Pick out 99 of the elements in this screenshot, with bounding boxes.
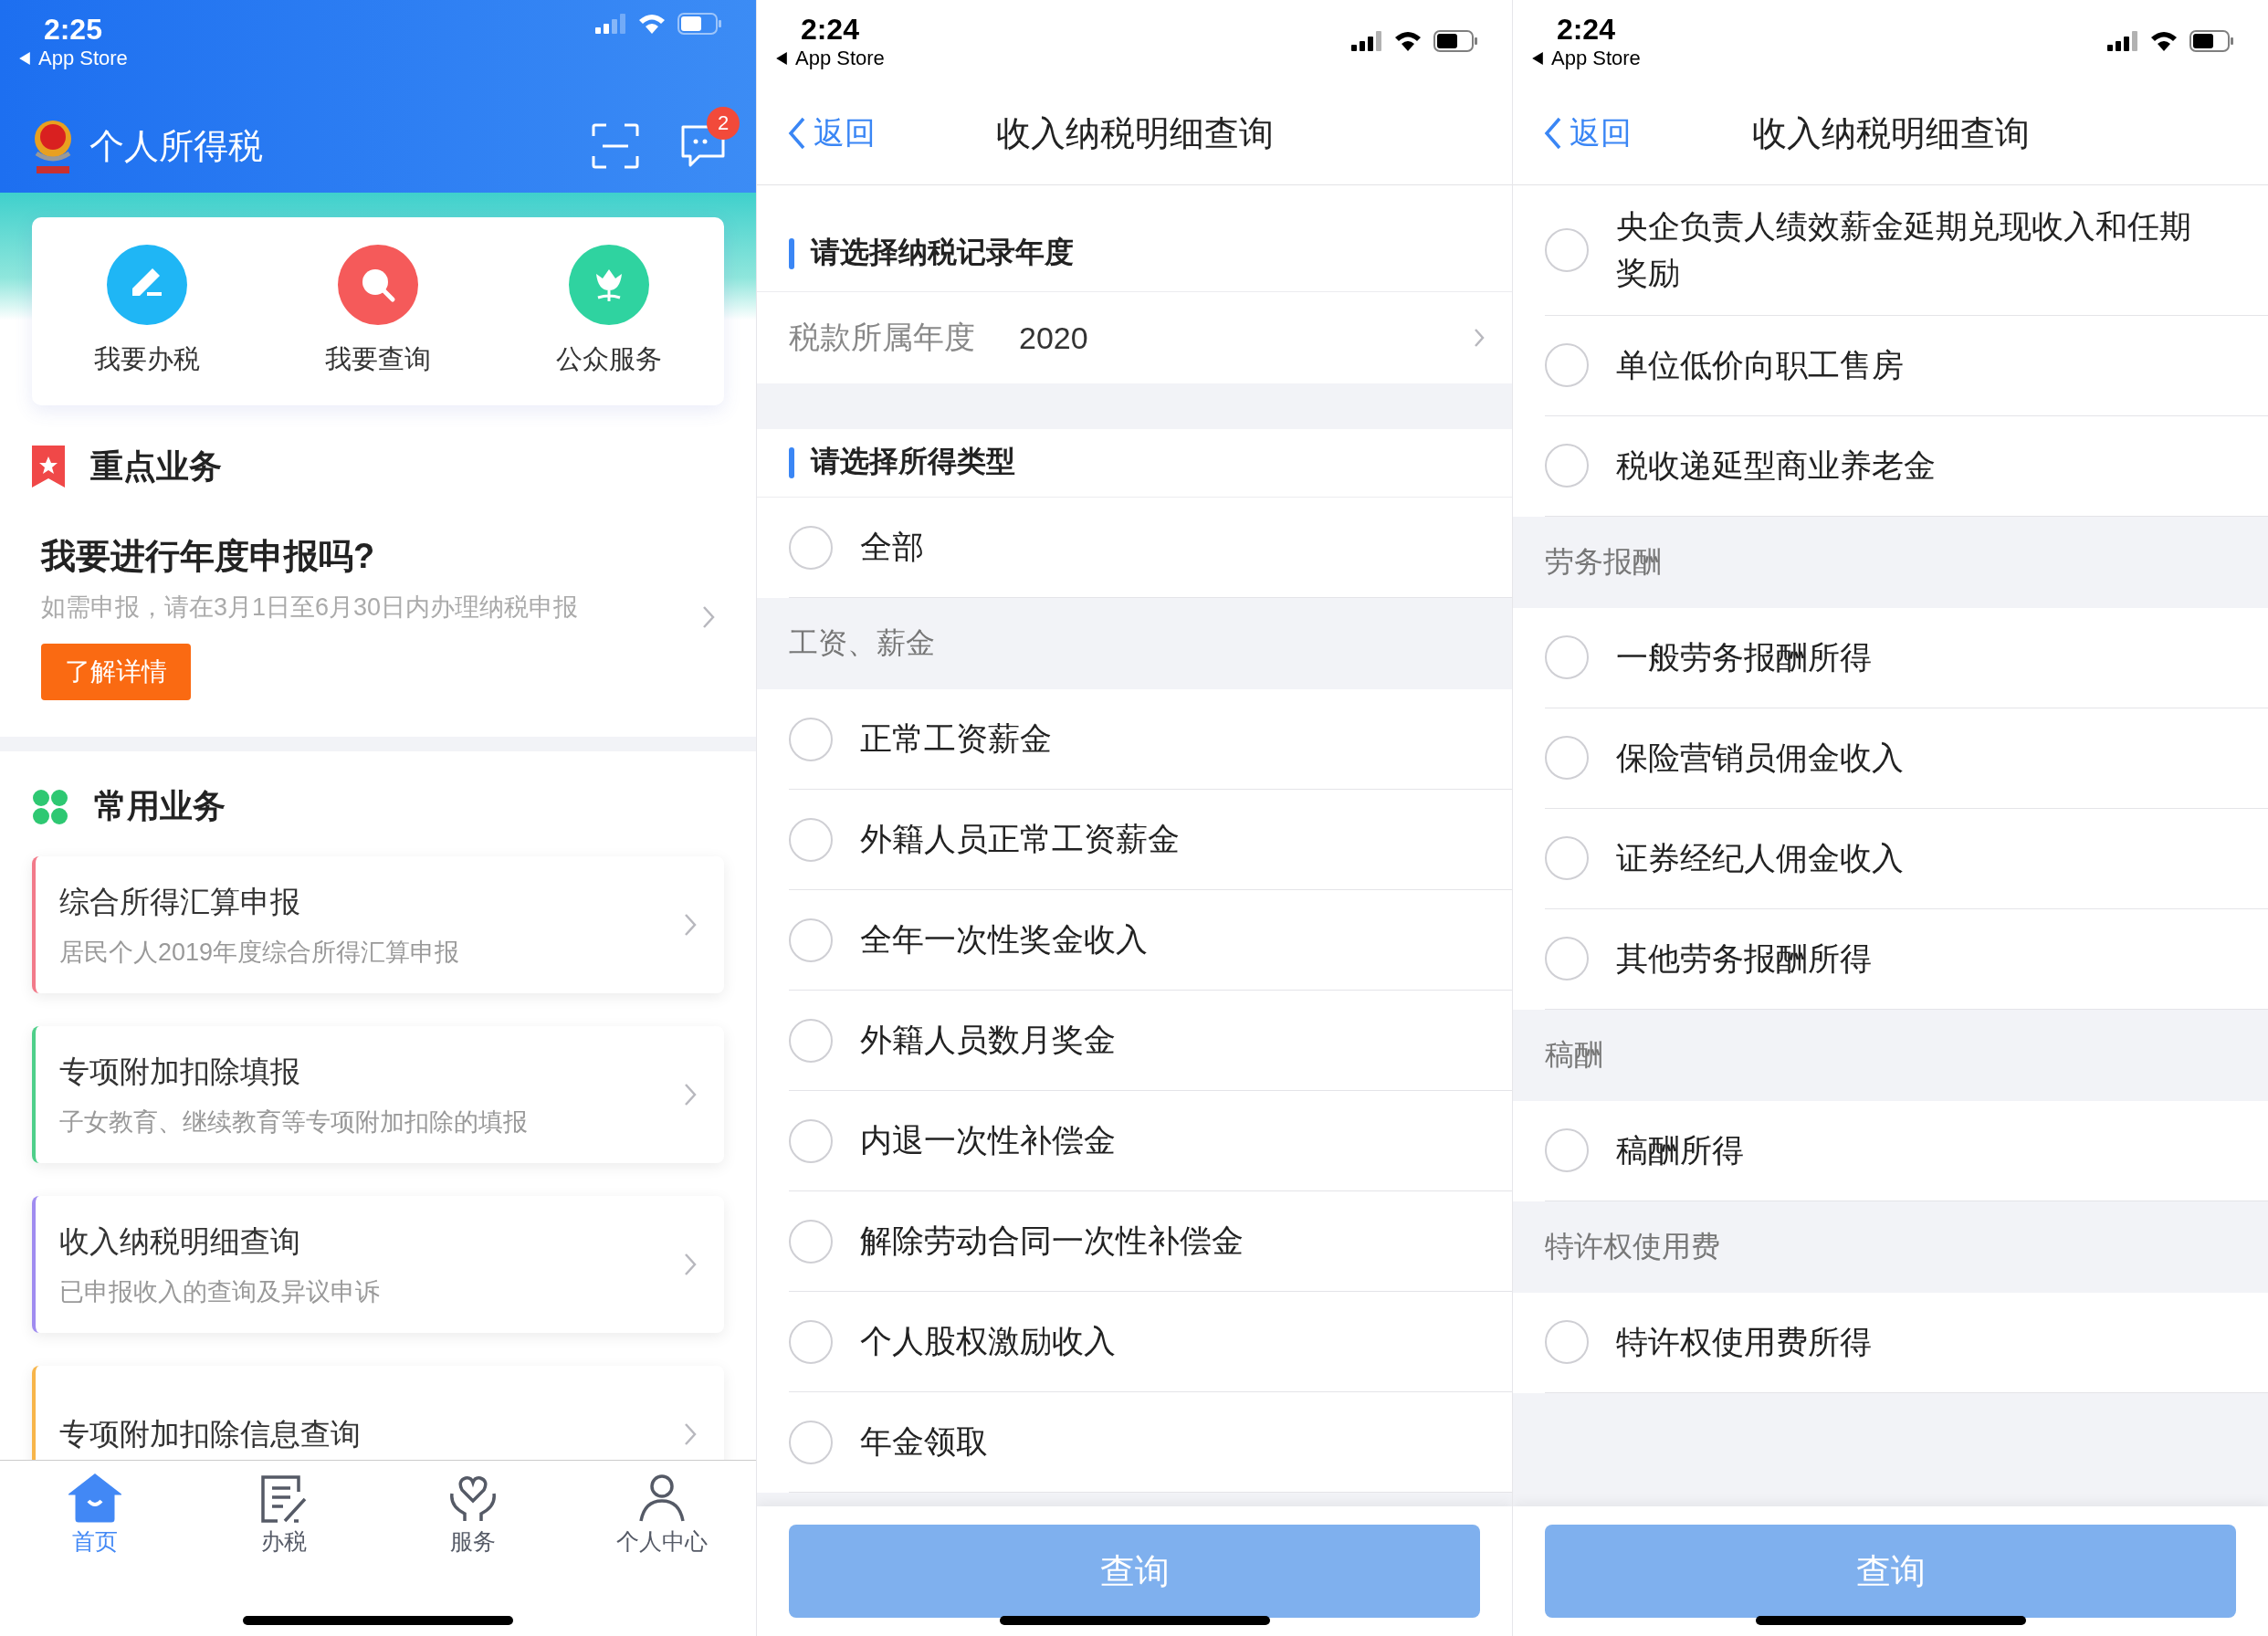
chevron-icon xyxy=(1474,328,1485,348)
signal-icon xyxy=(595,14,626,34)
radio-button[interactable] xyxy=(789,817,833,862)
card-title: 综合所得汇算申报 xyxy=(59,883,301,920)
service-card[interactable]: 专项附加扣除填报 子女教育、继续教育等专项附加扣除的填报 xyxy=(32,1026,724,1163)
service-card[interactable]: 专项附加扣除信息查询 xyxy=(32,1366,724,1460)
status-time: 2:25 xyxy=(43,13,102,47)
service-card[interactable]: 收入纳税明细查询 已申报收入的查询及异议申诉 xyxy=(32,1196,724,1333)
back-arrow-icon[interactable] xyxy=(1531,51,1544,65)
app-title: 个人所得税 xyxy=(89,125,264,167)
radio-option[interactable]: 税收递延型商业养老金 xyxy=(1545,415,2268,517)
chevron-icon[interactable] xyxy=(702,604,715,629)
back-to-app-link[interactable]: App Store xyxy=(1531,46,1641,70)
section-heading: 重点业务 xyxy=(90,446,222,487)
scan-icon[interactable] xyxy=(592,123,639,169)
quick-action[interactable]: 我要办税 xyxy=(32,217,263,405)
radio-button[interactable] xyxy=(789,525,833,570)
tab-bar-item[interactable]: 办税 xyxy=(189,1461,378,1557)
radio-button[interactable] xyxy=(1545,444,1589,488)
battery-icon xyxy=(2189,30,2233,52)
accent-bar-icon xyxy=(789,238,794,269)
card-subtitle: 如需申报，请在3月1日至6月30日内办理纳税申报 xyxy=(41,593,579,623)
tab-bar-item[interactable]: 服务 xyxy=(378,1461,567,1557)
group-header: 特许权使用费 xyxy=(1513,1201,2268,1293)
card-title: 专项附加扣除填报 xyxy=(59,1053,301,1090)
wifi-icon xyxy=(1393,30,1423,52)
radio-option[interactable]: 证券经纪人佣金收入 xyxy=(1545,808,2268,909)
chevron-icon xyxy=(684,913,697,937)
radio-button[interactable] xyxy=(1545,343,1589,387)
year-selector[interactable]: 税款所属年度 2020 xyxy=(757,292,1512,383)
radio-option[interactable]: 一般劳务报酬所得 xyxy=(1545,607,2268,708)
radio-option[interactable]: 个人股权激励收入 xyxy=(789,1292,1512,1392)
radio-button[interactable] xyxy=(1545,736,1589,780)
battery-icon xyxy=(677,13,721,35)
accent-bar-icon xyxy=(789,447,794,478)
radio-button[interactable] xyxy=(789,1319,833,1364)
chevron-left-icon xyxy=(788,117,806,150)
radio-option[interactable]: 特许权使用费所得 xyxy=(1545,1292,2268,1393)
status-time: 2:24 xyxy=(1556,12,1615,47)
chevron-icon xyxy=(684,1422,697,1446)
back-to-app-link[interactable]: App Store xyxy=(775,46,885,70)
radio-option[interactable]: 内退一次性补偿金 xyxy=(789,1091,1512,1191)
back-button[interactable]: 返回 xyxy=(788,112,876,154)
card-subtitle: 居民个人2019年度综合所得汇算申报 xyxy=(59,937,460,968)
radio-button[interactable] xyxy=(789,918,833,962)
radio-button[interactable] xyxy=(789,1118,833,1163)
chevron-icon xyxy=(684,1083,697,1106)
tab-bar-item[interactable]: 个人中心 xyxy=(567,1461,756,1557)
chevron-icon xyxy=(684,1253,697,1276)
back-button[interactable]: 返回 xyxy=(1544,112,1632,154)
back-to-app-link[interactable]: App Store xyxy=(18,47,128,70)
radio-option[interactable]: 全年一次性奖金收入 xyxy=(789,890,1512,991)
card-subtitle: 子女教育、继续教育等专项附加扣除的填报 xyxy=(59,1106,528,1138)
page-title: 收入纳税明细查询 xyxy=(1751,112,2030,154)
signal-icon xyxy=(1351,31,1382,51)
status-time: 2:24 xyxy=(800,12,859,47)
battery-icon xyxy=(1433,30,1477,52)
group-header: 劳务报酬 xyxy=(1513,516,2268,608)
card-title: 我要进行年度申报吗? xyxy=(41,536,375,577)
radio-button[interactable] xyxy=(1545,836,1589,880)
quick-action[interactable]: 我要查询 xyxy=(262,217,494,405)
wifi-icon xyxy=(2149,30,2179,52)
radio-option[interactable]: 央企负责人绩效薪金延期兑现收入和任期奖励 xyxy=(1545,185,2268,316)
bookmark-icon xyxy=(32,446,65,488)
radio-option[interactable]: 正常工资薪金 xyxy=(789,689,1512,790)
radio-button[interactable] xyxy=(789,717,833,761)
radio-option[interactable]: 外籍人员正常工资薪金 xyxy=(789,790,1512,890)
card-title: 收入纳税明细查询 xyxy=(59,1222,301,1260)
radio-button[interactable] xyxy=(789,1420,833,1464)
section-heading: 请选择所得类型 xyxy=(811,444,1015,479)
notification-badge: 2 xyxy=(707,107,740,140)
group-header: 稿酬 xyxy=(1513,1009,2268,1101)
radio-option[interactable]: 单位低价向职工售房 xyxy=(1545,315,2268,416)
page-title: 收入纳税明细查询 xyxy=(995,112,1274,154)
radio-option[interactable]: 保险营销员佣金收入 xyxy=(1545,708,2268,809)
radio-option[interactable]: 解除劳动合同一次性补偿金 xyxy=(789,1191,1512,1292)
grid-icon xyxy=(32,788,68,825)
radio-button[interactable] xyxy=(1545,937,1589,981)
card-title: 专项附加扣除信息查询 xyxy=(59,1415,361,1452)
chevron-left-icon xyxy=(1544,117,1562,150)
home-icon xyxy=(68,1473,121,1523)
radio-option[interactable]: 稿酬所得 xyxy=(1545,1100,2268,1201)
radio-button[interactable] xyxy=(1545,1128,1589,1172)
back-arrow-icon[interactable] xyxy=(775,51,788,65)
radio-button[interactable] xyxy=(789,1219,833,1264)
radio-option[interactable]: 其他劳务报酬所得 xyxy=(1545,908,2268,1010)
wifi-icon xyxy=(637,13,667,35)
radio-button[interactable] xyxy=(789,1018,833,1063)
radio-option[interactable]: 外籍人员数月奖金 xyxy=(789,991,1512,1091)
radio-button[interactable] xyxy=(1545,227,1589,272)
quick-action[interactable]: 公众服务 xyxy=(493,217,724,405)
group-header: 工资、薪金 xyxy=(757,598,1512,689)
service-card[interactable]: 综合所得汇算申报 居民个人2019年度综合所得汇算申报 xyxy=(32,856,724,993)
radio-button[interactable] xyxy=(1545,635,1589,679)
section-heading: 请选择纳税记录年度 xyxy=(811,235,1074,270)
radio-button[interactable] xyxy=(1545,1320,1589,1364)
card-subtitle: 已申报收入的查询及异议申诉 xyxy=(59,1276,380,1307)
signal-icon xyxy=(2107,31,2138,51)
section-heading: 常用业务 xyxy=(94,786,226,826)
